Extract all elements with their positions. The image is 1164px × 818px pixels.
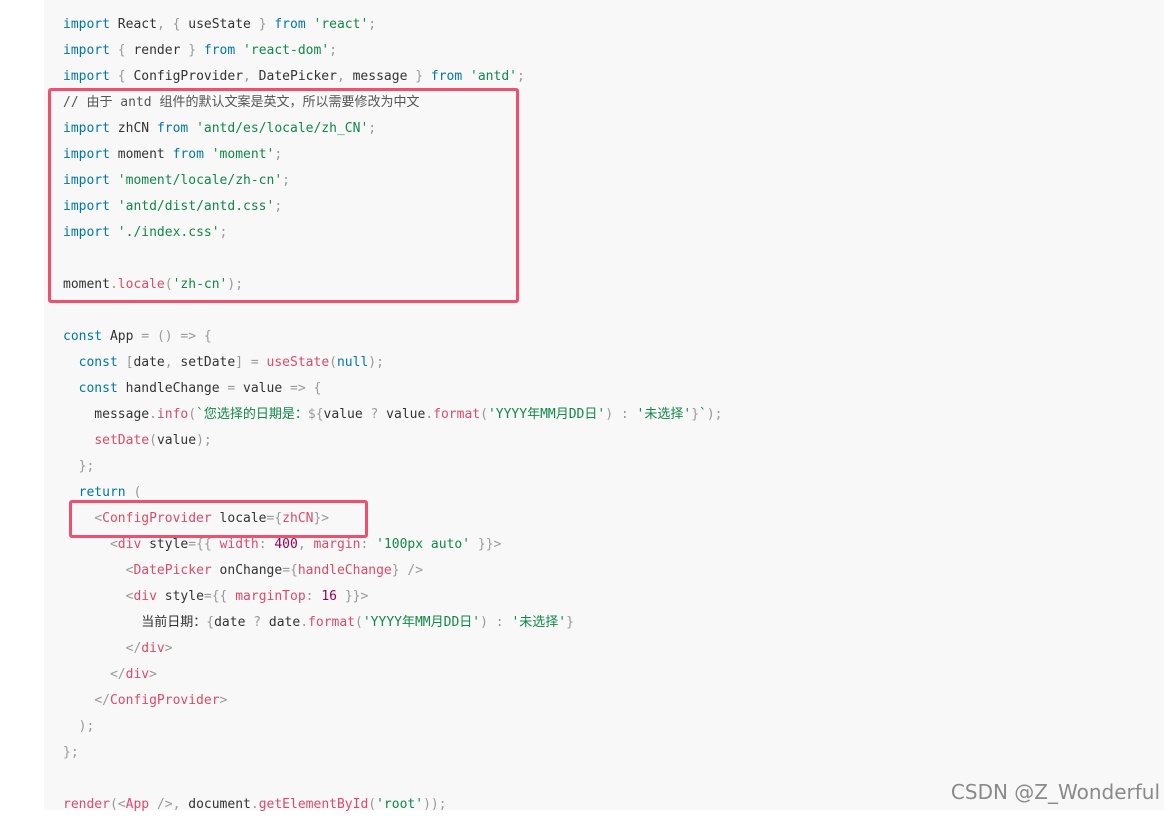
code-line: render(<App />, document.getElementById(… <box>63 797 447 812</box>
code-line: </div> <box>109 667 157 682</box>
code-line: }; <box>63 745 79 760</box>
code-line: </ConfigProvider> <box>94 693 228 708</box>
code-line: const [date, setDate] = useState(null); <box>78 355 384 370</box>
highlight-config-provider <box>69 500 368 538</box>
watermark-text: CSDN @Z_Wonderful <box>950 780 1160 804</box>
code-line: import { render } from 'react-dom'; <box>63 43 337 58</box>
code-line: message.info(`您选择的日期是：${value ? value.fo… <box>63 407 723 422</box>
code-line: import { ConfigProvider, DatePicker, mes… <box>63 69 525 84</box>
code-line: ); <box>78 719 95 734</box>
code-line: const handleChange = value => { <box>78 381 322 396</box>
code-line: <div style={{ marginTop: 16 }}> <box>125 589 369 604</box>
code-line: 当前日期：{date ? date.format('YYYY年MM月DD日') … <box>63 615 574 630</box>
highlight-locale-imports <box>48 88 519 303</box>
code-line: const App = () => { <box>63 329 212 344</box>
code-line: import React, { useState } from 'react'; <box>63 17 377 32</box>
code-line: <DatePicker onChange={handleChange} /> <box>125 563 424 578</box>
code-line: }; <box>78 459 95 474</box>
code-line: </div> <box>125 641 173 656</box>
code-line: setDate(value); <box>94 433 212 448</box>
